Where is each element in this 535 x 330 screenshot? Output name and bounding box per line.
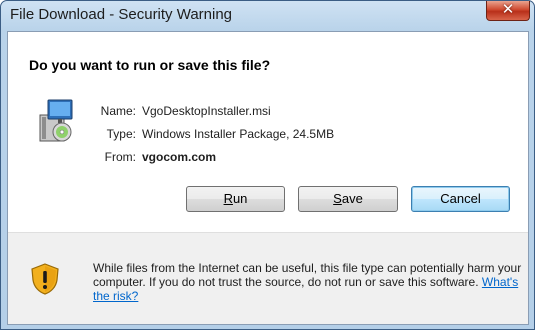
run-access-key: R xyxy=(223,191,233,206)
security-warning-dialog: File Download - Security Warning ✕ Do yo… xyxy=(0,0,535,330)
title-bar[interactable]: File Download - Security Warning ✕ xyxy=(1,0,534,31)
shield-warning-icon xyxy=(31,263,59,295)
type-label: Type: xyxy=(106,127,136,141)
file-source: vgocom.com xyxy=(142,150,217,164)
run-label-post: un xyxy=(232,191,248,206)
warning-message: While files from the Internet can be use… xyxy=(93,261,523,303)
dialog-client-area: Do you want to run or save this file? Na… xyxy=(7,31,529,325)
save-label-post: ave xyxy=(341,191,363,206)
run-button[interactable]: Run xyxy=(186,186,285,212)
from-label: From: xyxy=(104,150,136,164)
cancel-button[interactable]: Cancel xyxy=(411,186,510,212)
cancel-label: Cancel xyxy=(440,191,481,206)
dialog-heading: Do you want to run or save this file? xyxy=(29,57,271,73)
close-button[interactable]: ✕ xyxy=(486,0,530,21)
window-title: File Download - Security Warning xyxy=(10,6,233,23)
file-info-panel: Do you want to run or save this file? Na… xyxy=(8,32,528,232)
file-type: Windows Installer Package, 24.5MB xyxy=(142,127,335,141)
divider xyxy=(8,232,528,233)
warning-text: While files from the Internet can be use… xyxy=(93,261,522,289)
close-icon: ✕ xyxy=(501,0,515,18)
save-access-key: S xyxy=(333,191,342,206)
name-label: Name: xyxy=(100,104,136,118)
save-button[interactable]: Save xyxy=(298,186,398,212)
file-name: VgoDesktopInstaller.msi xyxy=(142,104,271,118)
